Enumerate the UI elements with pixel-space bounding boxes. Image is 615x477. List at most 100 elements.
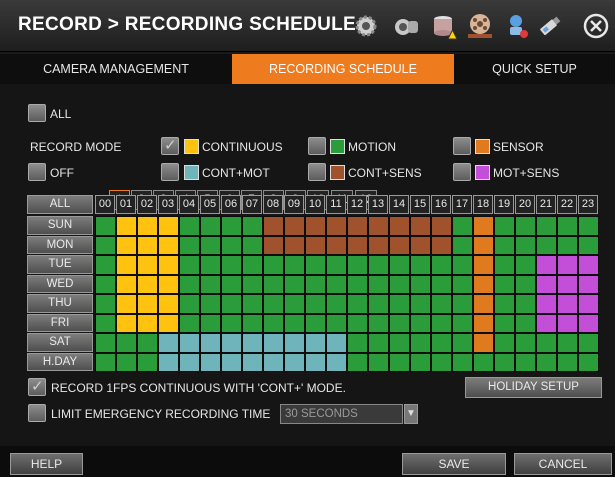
record-1fps-checkbox[interactable] <box>28 377 46 396</box>
schedule-cell[interactable] <box>515 294 536 314</box>
schedule-cell[interactable] <box>137 216 158 236</box>
schedule-cell[interactable] <box>326 216 347 236</box>
mode-continuous-checkbox[interactable] <box>161 136 179 155</box>
schedule-cell[interactable] <box>494 216 515 236</box>
hour-10-button[interactable]: 10 <box>305 195 325 214</box>
schedule-cell[interactable] <box>389 255 410 275</box>
schedule-cell[interactable] <box>326 313 347 333</box>
schedule-cell[interactable] <box>368 333 389 353</box>
schedule-cell[interactable] <box>158 294 179 314</box>
schedule-cell[interactable] <box>431 255 452 275</box>
schedule-cell[interactable] <box>221 216 242 236</box>
schedule-cell[interactable] <box>557 352 578 372</box>
schedule-cell[interactable] <box>557 333 578 353</box>
schedule-cell[interactable] <box>452 313 473 333</box>
schedule-cell[interactable] <box>137 235 158 255</box>
network-icon[interactable] <box>502 12 530 40</box>
day-wed-button[interactable]: WED <box>27 274 93 293</box>
schedule-cell[interactable] <box>116 274 137 294</box>
schedule-cell[interactable] <box>263 255 284 275</box>
hour-09-button[interactable]: 09 <box>284 195 304 214</box>
schedule-cell[interactable] <box>431 333 452 353</box>
usb-icon[interactable] <box>536 12 564 40</box>
schedule-cell[interactable] <box>158 313 179 333</box>
schedule-cell[interactable] <box>536 294 557 314</box>
hour-06-button[interactable]: 06 <box>221 195 241 214</box>
schedule-cell[interactable] <box>95 352 116 372</box>
schedule-cell[interactable] <box>389 216 410 236</box>
schedule-cell[interactable] <box>578 294 599 314</box>
schedule-cell[interactable] <box>284 313 305 333</box>
day-fri-button[interactable]: FRI <box>27 313 93 332</box>
schedule-cell[interactable] <box>326 274 347 294</box>
schedule-cell[interactable] <box>263 294 284 314</box>
hour-01-button[interactable]: 01 <box>116 195 136 214</box>
mode-cont-sens-checkbox[interactable] <box>308 163 326 181</box>
schedule-cell[interactable] <box>410 333 431 353</box>
schedule-cell[interactable] <box>536 235 557 255</box>
schedule-cell[interactable] <box>263 352 284 372</box>
schedule-cell[interactable] <box>305 294 326 314</box>
schedule-cell[interactable] <box>221 313 242 333</box>
schedule-cell[interactable] <box>410 216 431 236</box>
day-hday-button[interactable]: H.DAY <box>27 352 93 371</box>
schedule-cell[interactable] <box>137 274 158 294</box>
schedule-cell[interactable] <box>473 235 494 255</box>
schedule-cell[interactable] <box>536 255 557 275</box>
schedule-cell[interactable] <box>515 216 536 236</box>
hour-05-button[interactable]: 05 <box>200 195 220 214</box>
schedule-cell[interactable] <box>515 333 536 353</box>
schedule-cell[interactable] <box>557 294 578 314</box>
schedule-cell[interactable] <box>473 313 494 333</box>
schedule-cell[interactable] <box>326 294 347 314</box>
schedule-cell[interactable] <box>326 352 347 372</box>
schedule-cell[interactable] <box>347 255 368 275</box>
schedule-cell[interactable] <box>368 274 389 294</box>
film-icon[interactable] <box>466 12 494 40</box>
schedule-cell[interactable] <box>221 274 242 294</box>
schedule-cell[interactable] <box>410 235 431 255</box>
schedule-cell[interactable] <box>410 352 431 372</box>
schedule-cell[interactable] <box>389 352 410 372</box>
schedule-cell[interactable] <box>263 333 284 353</box>
schedule-cell[interactable] <box>431 313 452 333</box>
camera-icon[interactable] <box>392 12 420 40</box>
schedule-cell[interactable] <box>200 333 221 353</box>
schedule-cell[interactable] <box>221 294 242 314</box>
schedule-cell[interactable] <box>95 294 116 314</box>
schedule-cell[interactable] <box>389 235 410 255</box>
schedule-cell[interactable] <box>284 333 305 353</box>
day-tue-button[interactable]: TUE <box>27 255 93 274</box>
schedule-cell[interactable] <box>368 294 389 314</box>
hour-03-button[interactable]: 03 <box>158 195 178 214</box>
hour-00-button[interactable]: 00 <box>95 195 115 214</box>
schedule-cell[interactable] <box>473 352 494 372</box>
schedule-cell[interactable] <box>410 294 431 314</box>
mode-sensor-checkbox[interactable] <box>453 137 471 155</box>
schedule-cell[interactable] <box>536 333 557 353</box>
schedule-cell[interactable] <box>578 333 599 353</box>
schedule-cell[interactable] <box>116 235 137 255</box>
schedule-cell[interactable] <box>263 274 284 294</box>
schedule-cell[interactable] <box>536 216 557 236</box>
schedule-cell[interactable] <box>200 274 221 294</box>
schedule-cell[interactable] <box>494 352 515 372</box>
hour-16-button[interactable]: 16 <box>431 195 451 214</box>
hour-14-button[interactable]: 14 <box>389 195 409 214</box>
schedule-cell[interactable] <box>305 333 326 353</box>
schedule-cell[interactable] <box>347 274 368 294</box>
schedule-cell[interactable] <box>221 235 242 255</box>
tab-camera-management[interactable]: CAMERA MANAGEMENT <box>0 54 232 84</box>
schedule-cell[interactable] <box>179 313 200 333</box>
schedule-cell[interactable] <box>452 235 473 255</box>
schedule-cell[interactable] <box>536 313 557 333</box>
save-button[interactable]: SAVE <box>402 453 506 475</box>
schedule-cell[interactable] <box>158 235 179 255</box>
hour-20-button[interactable]: 20 <box>515 195 535 214</box>
schedule-cell[interactable] <box>473 333 494 353</box>
schedule-cell[interactable] <box>200 235 221 255</box>
schedule-cell[interactable] <box>557 216 578 236</box>
day-sat-button[interactable]: SAT <box>27 333 93 352</box>
schedule-cell[interactable] <box>242 274 263 294</box>
schedule-cell[interactable] <box>578 255 599 275</box>
